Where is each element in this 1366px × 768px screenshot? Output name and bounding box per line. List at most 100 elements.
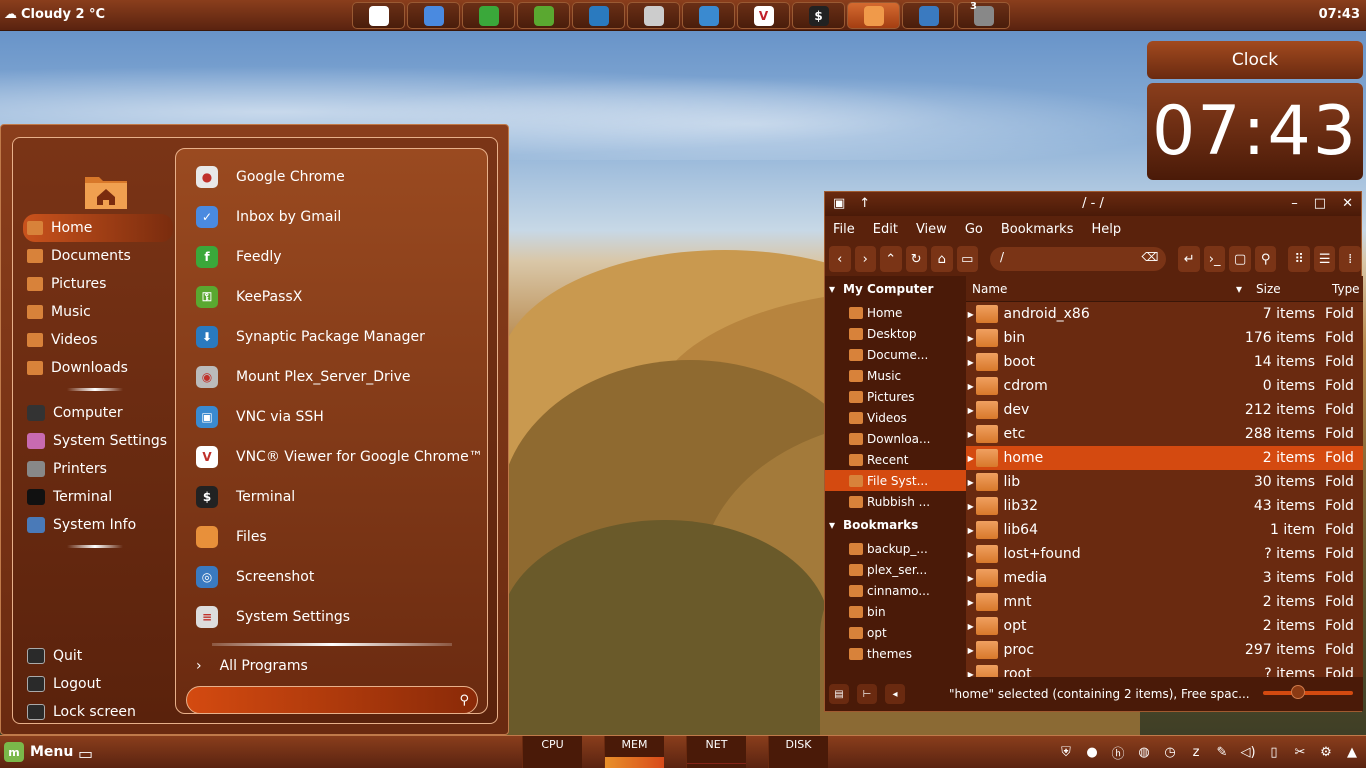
app-item[interactable]: ◎ Screenshot — [176, 557, 487, 597]
task-button-inbox[interactable] — [407, 2, 460, 29]
clear-location-icon[interactable]: ⌫ — [1141, 250, 1158, 264]
file-row[interactable]: ▶ etc 288 items Fold — [966, 422, 1363, 446]
monitor-net[interactable]: NET — [686, 736, 746, 768]
expander-right-icon[interactable]: ▶ — [966, 454, 976, 463]
place-pictures[interactable]: Pictures — [23, 270, 173, 298]
task-button-terminal[interactable]: $ — [792, 2, 845, 29]
app-item[interactable]: Files — [176, 517, 487, 557]
open-terminal-icon[interactable]: ›_ — [1203, 246, 1226, 272]
sleep-icon[interactable]: z — [1186, 742, 1206, 762]
task-button-screenshot[interactable] — [902, 2, 955, 29]
maximize-icon[interactable]: □ — [1314, 192, 1326, 216]
file-row[interactable]: ▶ cdrom 0 items Fold — [966, 374, 1363, 398]
app-item[interactable]: V VNC® Viewer for Google Chrome™ — [176, 437, 487, 477]
brush-icon[interactable]: ✎ — [1212, 742, 1232, 762]
expander-right-icon[interactable]: ▶ — [966, 574, 976, 583]
update-icon[interactable]: ◷ — [1160, 742, 1180, 762]
sidebar-item[interactable]: Music — [825, 365, 966, 386]
show-tree-icon[interactable]: ⊢ — [857, 684, 877, 704]
sidebar-item[interactable]: Docume... — [825, 344, 966, 365]
place-music[interactable]: Music — [23, 298, 173, 326]
app-item[interactable]: ⬇ Synaptic Package Manager — [176, 317, 487, 357]
expander-right-icon[interactable]: ▶ — [966, 622, 976, 631]
file-row[interactable]: ▶ lost+found ? items Fold — [966, 542, 1363, 566]
sidebar-item[interactable]: Videos — [825, 407, 966, 428]
show-desktop-icon[interactable]: ▭ — [78, 744, 93, 763]
window-titlebar[interactable]: ▣ ↑ / - / – □ ✕ — [825, 192, 1361, 216]
globe-icon[interactable]: ◍ — [1134, 742, 1154, 762]
task-button-plex-drive[interactable] — [627, 2, 680, 29]
file-row[interactable]: ▶ bin 176 items Fold — [966, 326, 1363, 350]
hp-icon[interactable]: ⓗ — [1108, 742, 1128, 762]
expander-right-icon[interactable]: ▶ — [966, 406, 976, 415]
sidebar-item[interactable]: File Syst... — [825, 470, 966, 491]
sidebar-item[interactable]: Downloa... — [825, 428, 966, 449]
file-row[interactable]: ▶ boot 14 items Fold — [966, 350, 1363, 374]
tools-icon[interactable]: ✂ — [1290, 742, 1310, 762]
bookmark-item[interactable]: themes — [825, 643, 966, 664]
sidebar-item[interactable]: Pictures — [825, 386, 966, 407]
app-item[interactable]: ✓ Inbox by Gmail — [176, 197, 487, 237]
app-item[interactable]: ◉ Mount Plex_Server_Drive — [176, 357, 487, 397]
sidebar-section-bookmarks[interactable]: ▾ Bookmarks — [825, 512, 966, 538]
session-logout[interactable]: Logout — [23, 670, 173, 698]
menu-go[interactable]: Go — [965, 222, 983, 237]
session-quit[interactable]: Quit — [23, 642, 173, 670]
show-places-icon[interactable]: ▤ — [829, 684, 849, 704]
file-row[interactable]: ▶ dev 212 items Fold — [966, 398, 1363, 422]
sidebar-section-my-computer[interactable]: ▾ My Computer — [825, 276, 966, 302]
gear-icon[interactable]: ⚙ — [1316, 742, 1336, 762]
search-icon[interactable]: ⚲ — [459, 693, 469, 708]
volume-icon[interactable]: ◁) — [1238, 742, 1258, 762]
expander-right-icon[interactable]: ▶ — [966, 502, 976, 511]
menu-button[interactable]: m Menu — [4, 742, 73, 762]
file-row[interactable]: ▶ mnt 2 items Fold — [966, 590, 1363, 614]
expander-right-icon[interactable]: ▶ — [966, 526, 976, 535]
app-item[interactable]: f Feedly — [176, 237, 487, 277]
sidebar-item[interactable]: Recent — [825, 449, 966, 470]
system-item-system-settings[interactable]: System Settings — [23, 427, 173, 455]
app-item[interactable]: ● Google Chrome — [176, 157, 487, 197]
expander-right-icon[interactable]: ▶ — [966, 478, 976, 487]
column-type[interactable]: Type — [1326, 282, 1362, 296]
menu-search-input[interactable] — [187, 687, 477, 713]
expander-right-icon[interactable]: ▶ — [966, 358, 976, 367]
place-home[interactable]: Home — [23, 214, 173, 242]
task-button-chrome[interactable] — [352, 2, 405, 29]
file-row[interactable]: ▶ proc 297 items Fold — [966, 638, 1363, 662]
bookmark-item[interactable]: backup_... — [825, 538, 966, 559]
expander-right-icon[interactable]: ▶ — [966, 598, 976, 607]
task-button-vnc-ssh[interactable] — [682, 2, 735, 29]
task-button-vnc-viewer[interactable]: V — [737, 2, 790, 29]
clipboard-icon[interactable]: ▯ — [1264, 742, 1284, 762]
system-item-computer[interactable]: Computer — [23, 399, 173, 427]
session-lock-screen[interactable]: Lock screen — [23, 698, 173, 726]
computer-icon[interactable]: ▭ — [956, 246, 978, 272]
all-programs-button[interactable]: › All Programs — [176, 654, 487, 678]
place-downloads[interactable]: Downloads — [23, 354, 173, 382]
file-row[interactable]: ▶ lib64 1 item Fold — [966, 518, 1363, 542]
menu-bookmarks[interactable]: Bookmarks — [1001, 222, 1074, 237]
system-item-printers[interactable]: Printers — [23, 455, 173, 483]
file-row[interactable]: ▶ media 3 items Fold — [966, 566, 1363, 590]
file-row[interactable]: ▶ android_x86 7 items Fold — [966, 302, 1363, 326]
expander-right-icon[interactable]: ▶ — [966, 334, 976, 343]
task-button-group[interactable]: 3 — [957, 1, 1010, 29]
bookmark-item[interactable]: opt — [825, 622, 966, 643]
app-item[interactable]: ≡ System Settings — [176, 597, 487, 637]
sidebar-item[interactable]: Rubbish ... — [825, 491, 966, 512]
expander-right-icon[interactable]: ▶ — [966, 310, 976, 319]
task-button-feedly[interactable] — [462, 2, 515, 29]
sidebar-item[interactable]: Desktop — [825, 323, 966, 344]
file-row[interactable]: ▶ opt 2 items Fold — [966, 614, 1363, 638]
back-icon[interactable]: ‹ — [829, 246, 851, 272]
system-item-terminal[interactable]: Terminal — [23, 483, 173, 511]
minimize-icon[interactable]: – — [1291, 192, 1298, 216]
app-item[interactable]: $ Terminal — [176, 477, 487, 517]
forward-icon[interactable]: › — [854, 246, 876, 272]
hide-sidebar-icon[interactable]: ◂ — [885, 684, 905, 704]
app-item[interactable]: ⚿ KeePassX — [176, 277, 487, 317]
monitor-mem[interactable]: MEM — [604, 736, 664, 768]
task-button-files[interactable] — [847, 2, 900, 29]
window-menu-icon[interactable]: ▣ — [833, 192, 845, 216]
